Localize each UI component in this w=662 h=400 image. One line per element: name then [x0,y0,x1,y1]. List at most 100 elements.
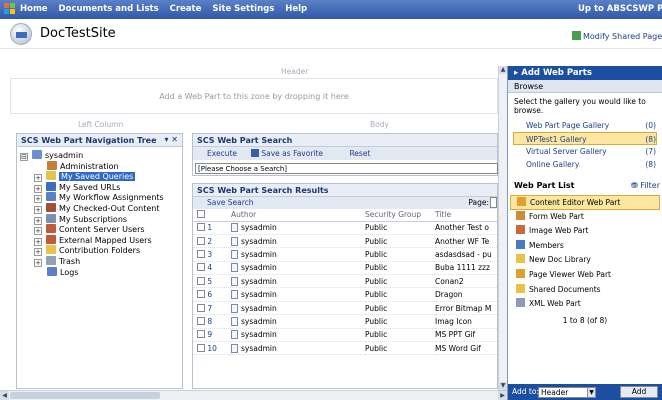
nav-home-link[interactable]: Home [20,4,48,14]
tree-node-label[interactable]: My Subscriptions [59,215,127,224]
scroll-down-icon[interactable]: ▼ [499,382,507,390]
tree-node[interactable]: ⊟ sysadmin [20,150,182,161]
tree-node-label[interactable]: My Saved URLs [59,183,120,192]
scroll-right-icon[interactable]: ▶ [498,391,507,400]
row-title[interactable]: Buba 1111 zzz [435,261,497,276]
row-title[interactable]: Conan2 [435,274,497,289]
document-icon[interactable] [231,330,238,340]
row-checkbox[interactable] [197,263,205,272]
tree-node-label[interactable]: Trash [59,257,80,266]
scroll-left-icon[interactable]: ◀ [0,391,9,400]
tree-node[interactable]: + Content Server Users [20,224,182,236]
nav-site-settings-link[interactable]: Site Settings [212,4,274,14]
row-title[interactable]: Another WF Te [435,234,497,249]
document-icon[interactable] [231,290,238,300]
table-row[interactable]: 2 sysadmin Public Another WF Te [193,234,497,249]
header-zone[interactable]: Add a Web Part to this zone by dropping … [10,78,498,114]
scroll-up-icon[interactable]: ▲ [499,66,507,74]
chevron-down-icon[interactable]: ▼ [587,388,595,397]
page-number-input[interactable] [490,197,497,208]
tree-node-label[interactable]: Content Server Users [59,225,145,234]
modify-shared-page-link[interactable]: Modify Shared Page [572,31,662,41]
column-security-group[interactable]: Security Group [365,209,435,222]
document-icon[interactable] [231,249,238,259]
row-checkbox[interactable] [197,316,205,325]
web-part-name[interactable]: New Doc Library [529,255,591,264]
row-checkbox[interactable] [197,223,205,232]
gallery-name[interactable]: Virtual Server Gallery [526,145,607,158]
document-icon[interactable] [231,263,238,273]
document-icon[interactable] [231,343,238,353]
row-title[interactable]: Imag Icon [435,314,497,329]
web-part-name[interactable]: Shared Documents [529,285,601,294]
gallery-item[interactable]: WPTest1 Gallery (8) [513,132,657,145]
save-search-button[interactable]: Save Search [207,198,254,207]
document-icon[interactable] [231,276,238,286]
nav-create-link[interactable]: Create [170,4,202,14]
row-checkbox[interactable] [197,330,205,339]
webpart-menu-close-icons[interactable]: ▾ ✕ [164,135,178,144]
save-as-favorite-button[interactable]: Save as Favorite [251,149,335,158]
web-part-name[interactable]: Image Web Part [529,226,588,235]
table-row[interactable]: 7 sysadmin Public Error Bitmap M [193,301,497,316]
nav-help-link[interactable]: Help [285,4,307,14]
row-title[interactable]: Dragon [435,287,497,302]
table-row[interactable]: 10 sysadmin Public MS Word Gif [193,341,497,356]
vertical-scrollbar[interactable]: ▲ ▼ [498,66,507,390]
row-checkbox[interactable] [197,249,205,258]
document-icon[interactable] [231,236,238,246]
reset-button[interactable]: Reset [349,149,370,158]
column-author[interactable]: Author [231,209,365,222]
tree-node[interactable]: + My Subscriptions [20,213,182,225]
horizontal-scrollbar[interactable]: ◀ ▶ [0,390,507,400]
tree-node-label[interactable]: My Saved Queries [59,172,136,182]
tree-node-label[interactable]: Logs [60,268,78,277]
filter-link[interactable]: ⛃ Filter [631,181,660,190]
web-part-name[interactable]: Content Editor Web Part [530,198,620,207]
web-part-item[interactable]: Image Web Part [508,224,662,239]
add-to-zone-select[interactable]: Header ▼ [538,387,596,398]
row-checkbox[interactable] [197,290,205,299]
tree-node[interactable]: + External Mapped Users [20,234,182,246]
web-part-item[interactable]: New Doc Library [508,253,662,268]
row-checkbox[interactable] [197,303,205,312]
gallery-item[interactable]: Virtual Server Gallery (7) [508,145,662,158]
execute-button[interactable]: Execute [207,149,237,158]
tree-node[interactable]: + My Checked-Out Content [20,202,182,214]
table-row[interactable]: 5 sysadmin Public Conan2 [193,274,497,289]
document-icon[interactable] [231,303,238,313]
web-part-item[interactable]: Content Editor Web Part [510,195,660,210]
tree-node-label[interactable]: External Mapped Users [59,236,152,245]
document-icon[interactable] [231,223,238,233]
up-to-portal-link[interactable]: Up to ABSCSWP Porta [578,4,662,14]
row-title[interactable]: MS PPT Gif [435,328,497,343]
row-title[interactable]: Error Bitmap M [435,301,497,316]
document-icon[interactable] [231,316,238,326]
tree-node-label[interactable]: My Checked-Out Content [59,204,159,213]
nav-documents-and-lists-link[interactable]: Documents and Lists [59,4,159,14]
row-checkbox[interactable] [197,276,205,285]
row-checkbox[interactable] [197,343,205,352]
scroll-thumb[interactable] [10,392,160,399]
table-row[interactable]: 3 sysadmin Public asdasdsad - pu [193,247,497,262]
tree-node[interactable]: + My Workflow Assignments [20,192,182,204]
web-part-name[interactable]: Page Viewer Web Part [529,270,611,279]
search-choice-select[interactable]: [Please Choose a Search] [195,163,498,174]
row-title[interactable]: asdasdsad - pu [435,247,497,262]
table-row[interactable]: 6 sysadmin Public Dragon [193,287,497,302]
web-part-item[interactable]: Form Web Part [508,210,662,225]
tree-node[interactable]: Administration [20,160,182,172]
add-button[interactable]: Add [620,386,658,398]
column-title[interactable]: Title [435,209,497,222]
tree-node[interactable]: Logs [20,266,182,278]
gallery-item[interactable]: Online Gallery (8) [508,158,662,171]
row-checkbox[interactable] [197,236,205,245]
tree-node[interactable]: + My Saved Queries [20,171,182,183]
tree-node-label[interactable]: Contribution Folders [59,246,140,255]
tree-node-label[interactable]: My Workflow Assignments [59,193,164,202]
web-part-item[interactable]: Members [508,239,662,254]
web-part-name[interactable]: Form Web Part [529,212,584,221]
web-part-item[interactable]: Shared Documents [508,283,662,298]
web-part-name[interactable]: Members [529,241,564,250]
web-part-item[interactable]: Page Viewer Web Part [508,268,662,283]
